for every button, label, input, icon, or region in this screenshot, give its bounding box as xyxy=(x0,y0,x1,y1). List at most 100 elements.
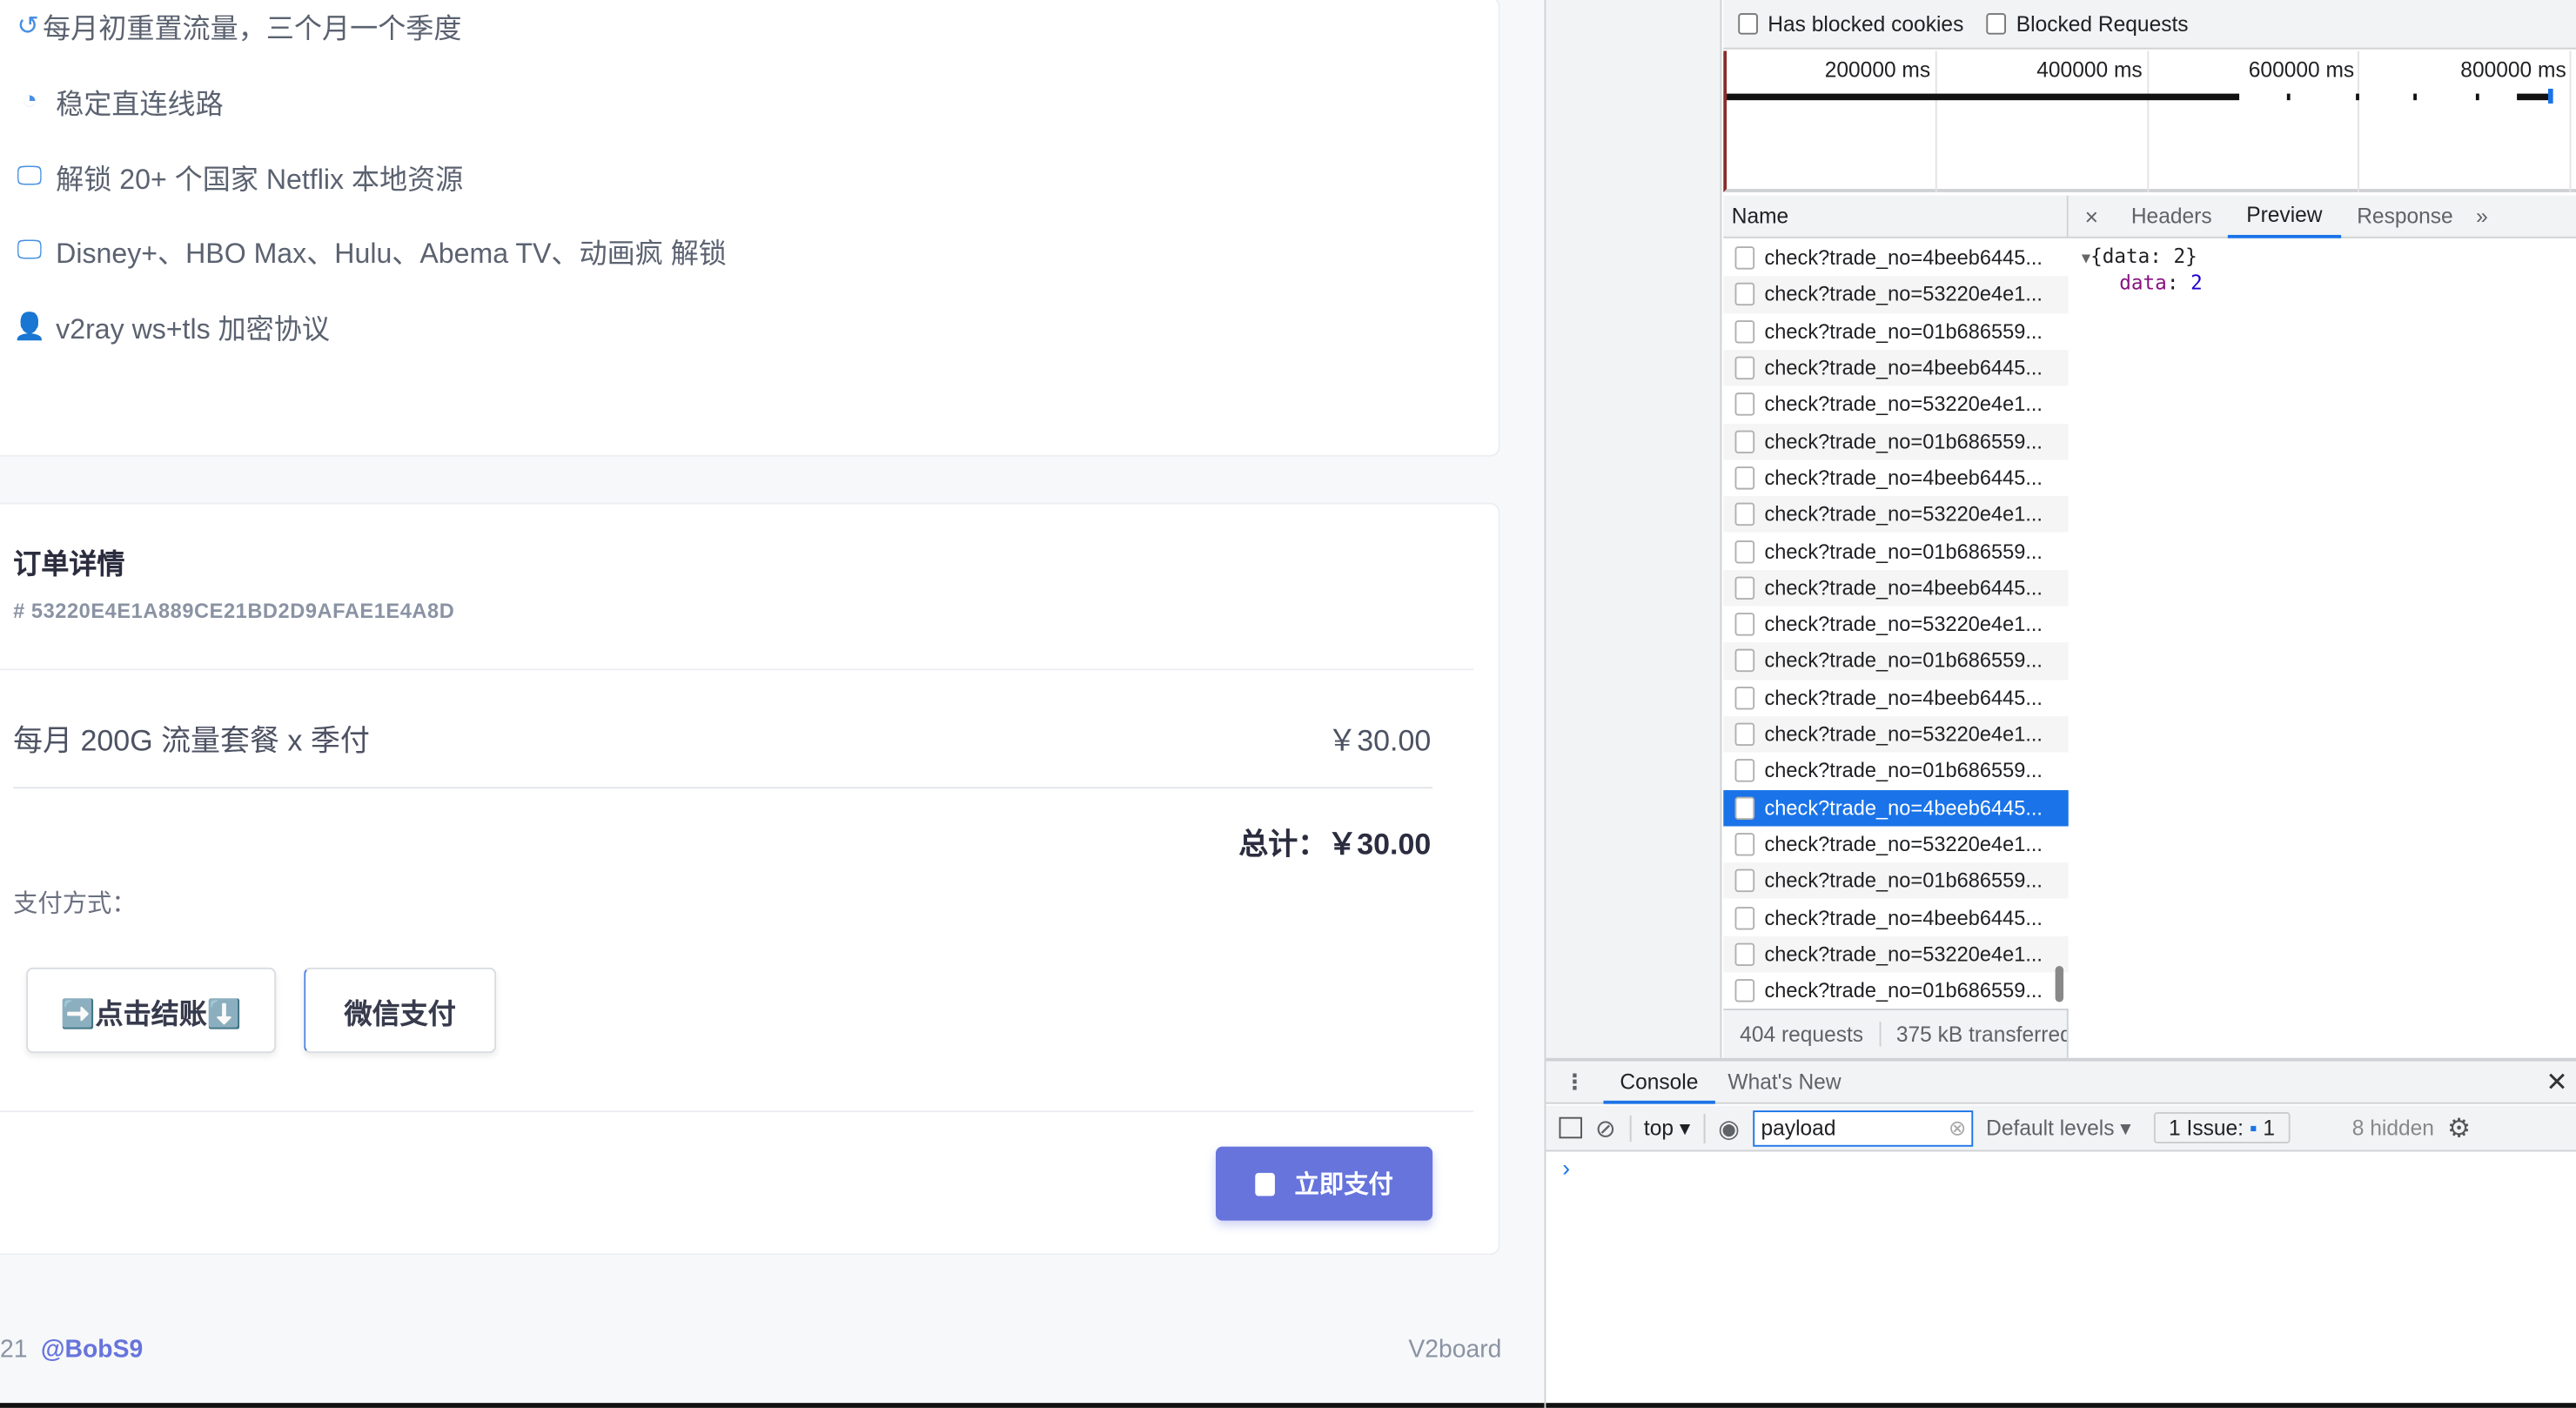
request-name: check?trade_no=01b686559... xyxy=(1764,759,2043,783)
payment-method-label: 支付方式： xyxy=(13,890,137,919)
json-root[interactable]: ▼{data: 2} xyxy=(2082,245,2203,267)
request-row[interactable]: check?trade_no=01b686559... xyxy=(1723,423,2069,460)
sidebar-toggle-icon[interactable] xyxy=(1559,1116,1582,1139)
issues-button[interactable]: 1 Issue: ▪ 1 xyxy=(2154,1112,2291,1143)
request-name: check?trade_no=4beeb6445... xyxy=(1764,466,2043,490)
request-row[interactable]: check?trade_no=53220e4e1... xyxy=(1723,496,2069,533)
tab-whats-new[interactable]: What's New xyxy=(1714,1069,1854,1094)
json-summary: {data: 2} xyxy=(2090,245,2197,268)
feature-item: 👤 v2ray ws+tls 加密协议 xyxy=(13,305,330,346)
request-row[interactable]: check?trade_no=53220e4e1... xyxy=(1723,386,2069,424)
request-row[interactable]: check?trade_no=4beeb6445... xyxy=(1723,239,2069,277)
file-icon xyxy=(1734,832,1755,856)
more-tabs-icon[interactable]: » xyxy=(2470,204,2495,228)
request-name: check?trade_no=53220e4e1... xyxy=(1764,503,2043,526)
tab-preview[interactable]: Preview xyxy=(2228,195,2341,238)
close-icon[interactable]: × xyxy=(2069,203,2115,229)
request-row[interactable]: check?trade_no=53220e4e1... xyxy=(1723,715,2069,753)
log-levels-dropdown[interactable]: Default levels ▾ xyxy=(1986,1115,2130,1141)
close-drawer-icon[interactable]: ✕ xyxy=(2546,1065,2567,1098)
file-icon xyxy=(1734,283,1755,306)
blocked-requests-checkbox[interactable] xyxy=(1986,13,2007,35)
request-row[interactable]: check?trade_no=01b686559... xyxy=(1723,642,2069,680)
request-name: check?trade_no=53220e4e1... xyxy=(1764,283,2043,306)
footer-copyright: 21 @BobS9 xyxy=(0,1336,143,1364)
file-icon xyxy=(1734,979,1755,1002)
pay-now-label: 立即支付 xyxy=(1294,1171,1393,1200)
speedometer-icon: ◔ xyxy=(21,86,38,115)
file-icon xyxy=(1734,942,1755,966)
request-name: check?trade_no=53220e4e1... xyxy=(1764,392,2043,417)
request-row[interactable]: check?trade_no=01b686559... xyxy=(1723,533,2069,570)
request-name: check?trade_no=4beeb6445... xyxy=(1764,356,2043,380)
file-icon xyxy=(1734,356,1755,380)
clear-filter-icon[interactable]: ⊗ xyxy=(1949,1115,1967,1141)
drawer-menu-icon[interactable]: ⋮ xyxy=(1546,1069,1603,1095)
request-row[interactable]: check?trade_no=01b686559... xyxy=(1723,312,2069,350)
issues-count: 1 xyxy=(2263,1115,2276,1141)
context-selector[interactable]: top ▾ xyxy=(1628,1114,1690,1142)
filter-value: payload xyxy=(1761,1114,1836,1140)
tab-console[interactable]: Console xyxy=(1603,1061,1715,1103)
request-row[interactable]: check?trade_no=53220e4e1... xyxy=(1723,606,2069,643)
screen-edge xyxy=(1546,1403,2576,1408)
feature-text: 每月初重置流量，三个月一个季度 xyxy=(43,13,462,44)
screen-edge xyxy=(0,1403,1545,1408)
request-name: check?trade_no=01b686559... xyxy=(1764,869,2043,893)
request-row[interactable]: check?trade_no=53220e4e1... xyxy=(1723,826,2069,863)
request-name: check?trade_no=53220e4e1... xyxy=(1764,832,2043,856)
request-row[interactable]: check?trade_no=4beeb6445... xyxy=(1723,899,2069,936)
file-icon xyxy=(1734,503,1755,526)
console-filter-input[interactable]: payload ⊗ xyxy=(1753,1110,1974,1146)
web-page: ↺ 每月初重置流量，三个月一个季度 ◔ 稳定直连线路 🖵 解锁 20+ 个国家 Net… xyxy=(0,0,1545,1408)
context-value: top xyxy=(1643,1114,1674,1140)
request-row[interactable]: check?trade_no=4beeb6445... xyxy=(1723,569,2069,607)
request-row[interactable]: check?trade_no=01b686559... xyxy=(1723,862,2069,900)
console-prompt[interactable]: › xyxy=(1562,1155,1570,1181)
json-key: data xyxy=(2119,271,2167,294)
request-row[interactable]: check?trade_no=53220e4e1... xyxy=(1723,276,2069,313)
monitor-icon: 🖵 xyxy=(17,161,43,191)
file-icon xyxy=(1734,906,1755,929)
request-row[interactable]: check?trade_no=4beeb6445... xyxy=(1723,349,2069,386)
divider xyxy=(13,787,1433,789)
file-icon xyxy=(1734,795,1755,820)
clear-console-icon[interactable]: ⊘ xyxy=(1595,1113,1616,1143)
order-title: 订单详情 xyxy=(13,548,125,580)
payment-method-checkout[interactable]: ➡️点击结账⬇️ xyxy=(26,967,277,1054)
request-name: check?trade_no=4beeb6445... xyxy=(1764,906,2043,929)
request-row[interactable]: check?trade_no=4beeb6445... xyxy=(1723,679,2069,716)
timeline-tick: 800000 ms xyxy=(2460,57,2566,83)
live-expression-eye-icon[interactable]: ◉ xyxy=(1703,1112,1740,1143)
file-icon xyxy=(1734,649,1755,673)
blocked-cookies-checkbox[interactable] xyxy=(1738,13,1758,35)
name-column-header[interactable]: Name xyxy=(1723,195,2069,238)
request-row[interactable]: check?trade_no=4beeb6445... xyxy=(1723,789,2069,827)
levels-value: Default levels xyxy=(1986,1114,2115,1140)
request-name: check?trade_no=01b686559... xyxy=(1764,649,2043,673)
tab-headers[interactable]: Headers xyxy=(2115,204,2229,228)
request-name: check?trade_no=53220e4e1... xyxy=(1764,613,2043,636)
author-link[interactable]: @BobS9 xyxy=(41,1336,143,1364)
order-item: 每月 200G 流量套餐 x 季付 xyxy=(13,724,370,758)
request-name: check?trade_no=4beeb6445... xyxy=(1764,686,2043,710)
feature-item: ◔ 稳定直连线路 xyxy=(13,81,224,122)
feature-item: 🖵 解锁 20+ 个国家 Netflix 本地资源 xyxy=(13,156,463,197)
request-list-scrollbar[interactable] xyxy=(2055,966,2064,1002)
console-settings-gear-icon[interactable]: ⚙ xyxy=(2447,1111,2471,1144)
tab-response[interactable]: Response xyxy=(2340,204,2469,228)
pay-now-button[interactable]: 立即支付 xyxy=(1215,1146,1433,1221)
request-row[interactable]: check?trade_no=53220e4e1... xyxy=(1723,935,2069,973)
trade-number: # 53220E4E1A889CE21BD2D9AFAE1E4A8D xyxy=(13,600,455,623)
payment-method-wechat[interactable]: 微信支付 xyxy=(304,967,497,1054)
network-overview-timeline[interactable]: 200000 ms 400000 ms 600000 ms 800000 ms xyxy=(1723,50,2576,192)
file-icon xyxy=(1734,686,1755,710)
monitor-icon: 🖵 xyxy=(17,235,43,264)
request-row[interactable]: check?trade_no=01b686559... xyxy=(1723,752,2069,790)
issue-message-icon: ▪ xyxy=(2249,1115,2257,1141)
file-icon xyxy=(1734,319,1755,344)
request-row[interactable]: check?trade_no=01b686559... xyxy=(1723,972,2069,1009)
history-icon: ↺ xyxy=(17,12,39,41)
request-row[interactable]: check?trade_no=4beeb6445... xyxy=(1723,459,2069,497)
devtools-panel: Has blocked cookies Blocked Requests 200… xyxy=(1544,0,2576,1408)
